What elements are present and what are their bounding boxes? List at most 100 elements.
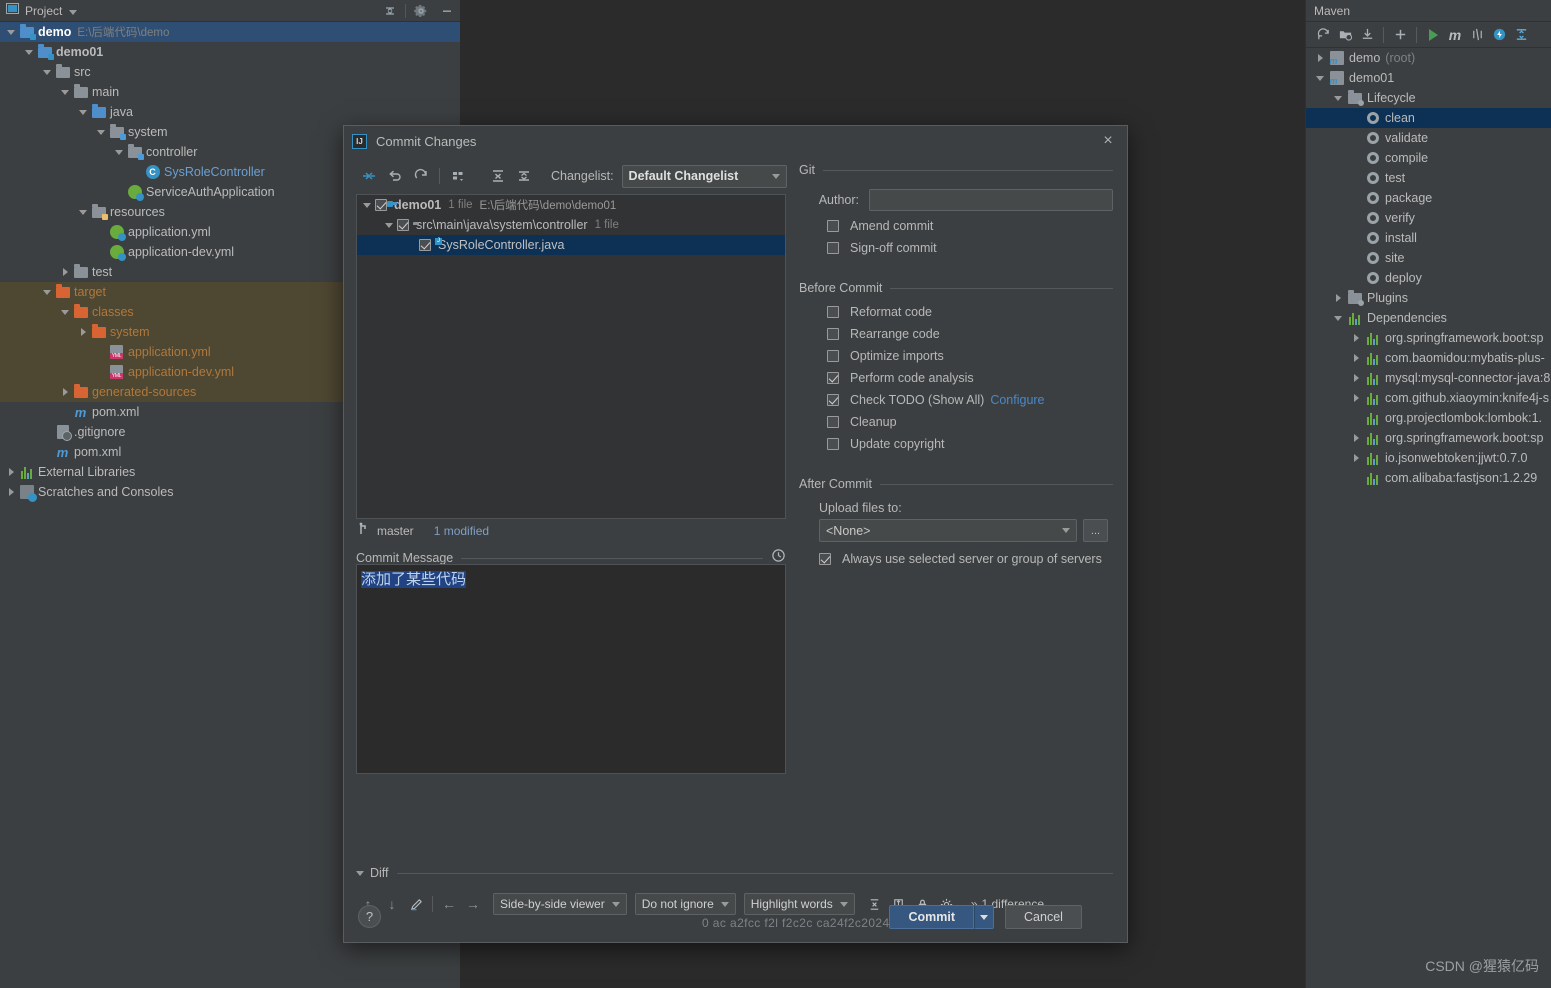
expand-chevron-right-icon[interactable] — [76, 322, 90, 342]
option-row[interactable]: Check TODO (Show All) Configure — [799, 389, 1113, 411]
maven-tree-row[interactable]: Lifecycle — [1306, 88, 1551, 108]
project-tree-row[interactable]: java — [0, 102, 460, 122]
option-row[interactable]: Sign-off commit — [799, 237, 1113, 259]
always-use-server-row[interactable]: Always use selected server or group of s… — [799, 548, 1113, 570]
collapse-all-icon[interactable] — [377, 0, 403, 22]
option-row[interactable]: Cleanup — [799, 411, 1113, 433]
expand-chevron-right-icon[interactable] — [1348, 354, 1364, 362]
option-row[interactable]: Reformat code — [799, 301, 1113, 323]
expand-chevron-right-icon[interactable] — [4, 482, 18, 502]
option-row[interactable]: Update copyright — [799, 433, 1113, 455]
expand-chevron-down-icon[interactable] — [40, 62, 54, 82]
option-row[interactable]: Optimize imports — [799, 345, 1113, 367]
expand-chevron-down-icon[interactable] — [1312, 75, 1328, 81]
commit-file-row[interactable]: demo01 1 file E:\后端代码\demo\demo01 — [357, 195, 785, 215]
expand-chevron-down-icon[interactable] — [112, 142, 126, 162]
expand-chevron-right-icon[interactable] — [58, 382, 72, 402]
expand-chevron-down-icon[interactable] — [22, 42, 36, 62]
option-checkbox[interactable] — [827, 438, 839, 450]
expand-chevron-right-icon[interactable] — [1348, 454, 1364, 462]
execute-maven-goal-icon[interactable]: m — [1444, 23, 1466, 47]
expand-chevron-down-icon[interactable] — [76, 102, 90, 122]
hide-panel-icon[interactable] — [434, 0, 460, 22]
changed-files-tree[interactable]: demo01 1 file E:\后端代码\demo\demo01 src\main\… — [356, 194, 786, 519]
run-icon[interactable] — [1422, 23, 1444, 47]
option-checkbox[interactable] — [827, 372, 839, 384]
toggle-skip-test-icon[interactable] — [1466, 23, 1488, 47]
expand-chevron-down-icon[interactable] — [4, 22, 18, 42]
option-checkbox[interactable] — [827, 394, 839, 406]
maven-tree-row[interactable]: demo01 — [1306, 68, 1551, 88]
maven-tree-row[interactable]: org.springframework.boot:sp — [1306, 328, 1551, 348]
maven-tree-row[interactable]: mysql:mysql-connector-java:8 — [1306, 368, 1551, 388]
project-tree-row[interactable]: demo E:\后端代码\demo — [0, 22, 460, 42]
option-checkbox[interactable] — [827, 416, 839, 428]
commit-button[interactable]: Commit — [889, 905, 974, 929]
expand-chevron-down-icon[interactable] — [58, 302, 72, 322]
file-include-checkbox[interactable] — [375, 199, 387, 211]
expand-chevron-right-icon[interactable] — [4, 462, 18, 482]
expand-chevron-right-icon[interactable] — [58, 262, 72, 282]
expand-chevron-right-icon[interactable] — [1348, 394, 1364, 402]
expand-all-icon[interactable] — [485, 164, 511, 188]
maven-tree-row[interactable]: com.github.xiaoymin:knife4j-s — [1306, 388, 1551, 408]
expand-chevron-down-icon[interactable] — [1330, 315, 1346, 321]
cancel-button[interactable]: Cancel — [1005, 905, 1082, 929]
option-row[interactable]: Rearrange code — [799, 323, 1113, 345]
group-by-icon[interactable] — [445, 164, 471, 188]
file-include-checkbox[interactable] — [397, 219, 409, 231]
maven-tree-row[interactable]: com.alibaba:fastjson:1.2.29 — [1306, 468, 1551, 488]
maven-tree-row[interactable]: install — [1306, 228, 1551, 248]
collapse-all-icon[interactable] — [1510, 23, 1532, 47]
maven-tree-row[interactable]: org.projectlombok:lombok:1. — [1306, 408, 1551, 428]
close-icon[interactable]: × — [1097, 130, 1119, 152]
maven-tree-row[interactable]: deploy — [1306, 268, 1551, 288]
download-sources-icon[interactable] — [1356, 23, 1378, 47]
generate-sources-icon[interactable] — [1334, 23, 1356, 47]
expand-chevron-right-icon[interactable] — [1348, 334, 1364, 342]
refresh-icon[interactable] — [408, 164, 434, 188]
diff-collapse-chevron-icon[interactable] — [356, 870, 364, 876]
file-include-checkbox[interactable] — [419, 239, 431, 251]
project-tree-row[interactable]: demo01 — [0, 42, 460, 62]
expand-chevron-right-icon[interactable] — [1330, 294, 1346, 302]
browse-servers-button[interactable]: ... — [1083, 519, 1108, 542]
commit-file-row[interactable]: SysRoleController.java — [357, 235, 785, 255]
commit-file-row[interactable]: src\main\java\system\controller 1 file — [357, 215, 785, 235]
expand-chevron-down-icon[interactable] — [94, 122, 108, 142]
maven-tree-row[interactable]: package — [1306, 188, 1551, 208]
maven-tree-row[interactable]: demo (root) — [1306, 48, 1551, 68]
expand-chevron-right-icon[interactable] — [1312, 54, 1328, 62]
option-checkbox[interactable] — [827, 350, 839, 362]
maven-tree-row[interactable]: compile — [1306, 148, 1551, 168]
reimport-icon[interactable] — [1312, 23, 1334, 47]
option-checkbox[interactable] — [827, 220, 839, 232]
expand-chevron-down-icon[interactable] — [359, 202, 375, 208]
option-checkbox[interactable] — [827, 328, 839, 340]
maven-tree-row[interactable]: site — [1306, 248, 1551, 268]
changelist-select[interactable]: Default Changelist — [621, 164, 787, 188]
expand-chevron-down-icon[interactable] — [58, 82, 72, 102]
show-diff-icon[interactable] — [356, 164, 382, 188]
maven-tree-row[interactable]: Dependencies — [1306, 308, 1551, 328]
maven-tree-row[interactable]: org.springframework.boot:sp — [1306, 428, 1551, 448]
option-checkbox[interactable] — [827, 242, 839, 254]
option-row[interactable]: Amend commit — [799, 215, 1113, 237]
maven-tree-row[interactable]: validate — [1306, 128, 1551, 148]
option-row[interactable]: Perform code analysis — [799, 367, 1113, 389]
expand-chevron-down-icon[interactable] — [381, 222, 397, 228]
commit-message-input[interactable]: 添加了某些代码 — [356, 564, 786, 774]
project-tree-row[interactable]: src — [0, 62, 460, 82]
maven-tree-row[interactable]: io.jsonwebtoken:jjwt:0.7.0 — [1306, 448, 1551, 468]
expand-chevron-right-icon[interactable] — [1348, 434, 1364, 442]
expand-chevron-right-icon[interactable] — [1348, 374, 1364, 382]
collapse-all-icon[interactable] — [511, 164, 537, 188]
maven-tree-row[interactable]: verify — [1306, 208, 1551, 228]
maven-tree[interactable]: demo (root) demo01 Lifecycle clean validate co… — [1306, 48, 1551, 488]
expand-chevron-down-icon[interactable] — [40, 282, 54, 302]
author-field[interactable] — [869, 189, 1113, 211]
project-panel-chevron-down-icon[interactable] — [69, 2, 78, 20]
upload-server-select[interactable]: <None> — [819, 519, 1077, 542]
maven-tree-row[interactable]: test — [1306, 168, 1551, 188]
maven-tree-row[interactable]: com.baomidou:mybatis-plus- — [1306, 348, 1551, 368]
